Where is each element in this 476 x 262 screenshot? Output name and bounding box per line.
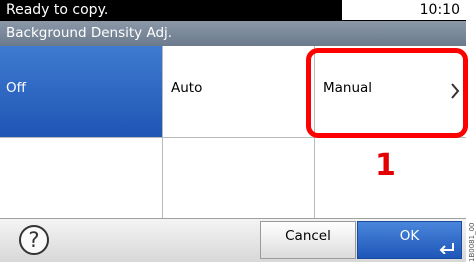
copy-panel: Ready to copy. 10:10 Background Density … — [0, 0, 468, 262]
callout-step-number: 1 — [375, 148, 396, 183]
help-glyph: ? — [28, 228, 40, 252]
option-off-label: Off — [6, 80, 26, 96]
page-title: Background Density Adj. — [6, 25, 173, 41]
enter-icon — [439, 243, 454, 254]
figure-code: 1B0081_00 — [468, 222, 476, 262]
option-auto[interactable]: Auto — [162, 46, 314, 137]
cancel-label: Cancel — [285, 228, 331, 244]
title-bar: Background Density Adj. — [0, 21, 466, 46]
option-off[interactable]: Off — [0, 46, 162, 137]
status-message: Ready to copy. — [6, 2, 109, 18]
empty-cell — [0, 137, 162, 218]
clock: 10:10 — [342, 0, 466, 21]
ok-button[interactable]: OK — [357, 221, 462, 259]
callout-highlight — [306, 48, 468, 138]
clock-time: 10:10 — [419, 2, 460, 18]
help-icon[interactable]: ? — [19, 225, 49, 255]
empty-cell — [162, 137, 314, 218]
bottom-bar: ? Cancel OK — [0, 218, 466, 262]
option-auto-label: Auto — [171, 80, 203, 96]
cancel-button[interactable]: Cancel — [260, 221, 356, 259]
status-bar: Ready to copy. 10:10 — [0, 0, 466, 21]
